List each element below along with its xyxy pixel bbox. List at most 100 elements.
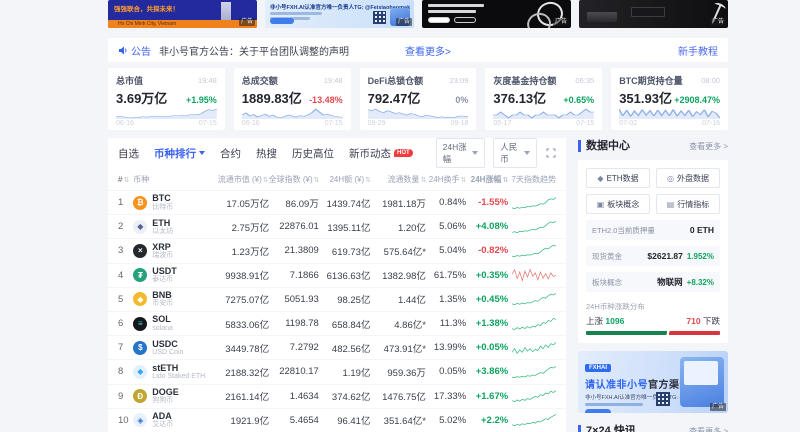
header-volume[interactable]: 24H额 (¥)⇅ [320, 174, 371, 185]
coin-fullname: USD Coin [152, 349, 183, 357]
coin-trend-cell [508, 220, 556, 234]
coin-price: 5051.93 [269, 294, 319, 305]
ad-banner-1[interactable]: 强强联合，共探未来！ Ho Chi Minh City, Vietnam 广告 [108, 0, 257, 28]
coin-market-cap: 17.05万亿 [210, 196, 269, 210]
header-rank[interactable]: #⇅ [118, 175, 133, 184]
coin-cell[interactable]: ◆ stETH Lido Staked ETH [133, 363, 210, 381]
ad3-button[interactable] [454, 17, 476, 23]
announcement-more-link[interactable]: 查看更多> [405, 43, 451, 58]
ad-title-blue: 请认准非小号 [585, 380, 648, 391]
coin-rank: 6 [118, 318, 133, 329]
coin-turnover: 17.33% [426, 391, 466, 402]
tab-hot-search[interactable]: 热搜 [256, 146, 277, 161]
tab-new-coins[interactable]: 新币动态 HOT [349, 146, 413, 161]
stat-card[interactable]: 总成交额 19:48 1889.83亿 -13.48% 06-16 07-15 [234, 68, 351, 130]
coin-icon: ₮ [133, 268, 147, 282]
tab-historical-high[interactable]: 历史高位 [292, 146, 334, 161]
sort-filter-label: 24H涨幅 [443, 141, 469, 165]
tab-coin-ranking[interactable]: 币种排行 [154, 146, 205, 161]
coin-sparkline [512, 341, 556, 355]
currency-dropdown[interactable]: 人民币 [493, 138, 537, 168]
announcement-text[interactable]: 非小号官方公告：关于平台团队调整的声明 [159, 43, 349, 58]
spot-gold-row[interactable]: 现货黄金 $2621.87 1.952% [586, 246, 720, 266]
beginner-tutorial-link[interactable]: 新手教程 [678, 43, 718, 58]
news-more-link[interactable]: 查看更多 > [689, 426, 728, 432]
eth2-staking-label: ETH2.0当前质押量 [592, 225, 655, 236]
ad-banner-2[interactable]: 非小号FXH.AI认准官方唯一负责人TG: @Feixiaohaomak 广告 [265, 0, 414, 28]
sector-concept-button[interactable]: ▣ 板块概念 [586, 194, 650, 214]
table-row[interactable]: 1 ₿ BTC 比特币 17.05万亿 86.09万 1439.74亿 1981… [108, 190, 566, 214]
table-row[interactable]: 8 ◆ stETH Lido Staked ETH 2188.32亿 22810… [108, 359, 566, 383]
header-change[interactable]: 24H涨幅⇅ [466, 174, 508, 185]
coin-cell[interactable]: ₿ BTC 比特币 [133, 193, 210, 211]
sector-row[interactable]: 板块概念 物联网 +8.32% [586, 272, 720, 292]
stat-title: 总市值 [116, 74, 143, 87]
header-supply[interactable]: 流通数量⇅ [371, 174, 426, 185]
ad-banner-3[interactable]: 广告 [422, 0, 571, 28]
market-indicator-label: 行情指标 [677, 199, 709, 210]
stats-row: 总市值 19:48 3.69万亿 +1.95% 06-16 07-15 总成交额… [108, 68, 728, 130]
table-row[interactable]: 5 ◆ BNB 币安币 7275.07亿 5051.93 98.25亿 1.44… [108, 287, 566, 311]
coin-sparkline [512, 196, 556, 210]
sidebar-ad-button[interactable] [585, 409, 611, 413]
sidebar-ad-banner[interactable]: FXHAI 请认准非小号官方渠道 非小号FXH.AI认准官方唯一负责人TG: @… [578, 351, 728, 413]
coin-cell[interactable]: ◆ ETH 以太坊 [133, 218, 210, 236]
eth-data-button[interactable]: ◆ ETH数据 [586, 168, 650, 188]
coin-market-cap: 3449.78亿 [210, 341, 269, 355]
speaker-icon [118, 46, 128, 55]
coin-market-cap: 9938.91亿 [210, 268, 269, 282]
coin-market-cap: 5833.06亿 [210, 317, 269, 331]
ad2-button[interactable] [270, 18, 294, 24]
coin-symbol: DOGE [152, 387, 179, 397]
coin-icon: ◈ [133, 413, 147, 427]
coin-cell[interactable]: ₮ USDT 泰达币 [133, 266, 210, 284]
stat-card[interactable]: 总市值 19:48 3.69万亿 +1.95% 06-16 07-15 [108, 68, 225, 130]
sort-filter-dropdown[interactable]: 24H涨幅 [436, 138, 486, 168]
table-row[interactable]: 3 × XRP 瑞波币 1.23万亿 21.3809 619.73亿 575.6… [108, 238, 566, 262]
coin-cell[interactable]: $ USDC USD Coin [133, 339, 210, 357]
header-turnover[interactable]: 24H换手⇅ [426, 174, 466, 185]
data-center-card: ◆ ETH数据 ◎ 外盘数据 ▣ 板块概念 ▤ 行情指标 [578, 160, 728, 343]
ad-banner-4[interactable]: 广告 [579, 0, 728, 28]
coin-24h-volume: 6136.63亿 [319, 268, 371, 282]
stat-card[interactable]: 灰度基金持仓额 06:35 376.13亿 +0.65% 05-17 07-15 [485, 68, 602, 130]
sidebar-ad-graphic [680, 357, 724, 407]
coin-cell[interactable]: ◈ ADA 艾达币 [133, 411, 210, 429]
header-market-cap[interactable]: 流通市值 (¥)⇅ [210, 174, 269, 185]
tab-contracts[interactable]: 合约 [220, 146, 241, 161]
coin-cell[interactable]: ≡ SOL solana [133, 314, 210, 332]
stat-card[interactable]: BTC期货持仓量 08:00 351.93亿 +2908.47% 07-02 0… [611, 68, 728, 130]
table-row[interactable]: 7 $ USDC USD Coin 3449.78亿 7.2792 482.56… [108, 335, 566, 359]
stat-card[interactable]: DeFi总锁仓额 23:09 792.47亿 0% 09-29 09-18 [360, 68, 477, 130]
top-ad-banners: 强强联合，共探未来！ Ho Chi Minh City, Vietnam 广告 … [108, 0, 728, 28]
eth2-staking-row[interactable]: ETH2.0当前质押量 0 ETH [586, 220, 720, 240]
sector-change: +8.32% [687, 278, 714, 287]
table-row[interactable]: 10 ◈ ADA 艾达币 1921.9亿 5.4654 96.41亿 351.6… [108, 408, 566, 432]
market-indicator-button[interactable]: ▤ 行情指标 [656, 194, 720, 214]
coin-supply: 959.36万 [370, 365, 425, 379]
chevron-down-icon [524, 151, 530, 155]
table-row[interactable]: 2 ◆ ETH 以太坊 2.75万亿 22876.01 1395.11亿 1.2… [108, 214, 566, 238]
ad1-headline: 强强联合，共探未来！ [114, 3, 179, 13]
coin-cell[interactable]: Ð DOGE 狗狗币 [133, 387, 210, 405]
coin-24h-change: +2.2% [466, 415, 508, 426]
header-price[interactable]: 全球指数 (¥)⇅ [269, 174, 320, 185]
fullscreen-icon[interactable] [546, 148, 556, 158]
coin-24h-change: +3.86% [466, 366, 508, 377]
tab-watchlist[interactable]: 自选 [118, 146, 139, 161]
external-market-button[interactable]: ◎ 外盘数据 [656, 168, 720, 188]
coin-cell[interactable]: × XRP 瑞波币 [133, 242, 210, 260]
data-center-more-link[interactable]: 查看更多 > [689, 141, 728, 152]
ad3-textbar [428, 4, 484, 7]
table-row[interactable]: 9 Ð DOGE 狗狗币 2161.14亿 1.4634 374.62亿 147… [108, 384, 566, 408]
stat-title: BTC期货持仓量 [619, 74, 683, 87]
coin-cell[interactable]: ◆ BNB 币安币 [133, 290, 210, 308]
ad3-button[interactable] [428, 17, 450, 23]
coin-symbol: stETH [152, 363, 205, 373]
coin-rank: 7 [118, 342, 133, 353]
table-row[interactable]: 6 ≡ SOL solana 5833.06亿 1198.78 658.84亿 … [108, 311, 566, 335]
coin-turnover: 1.35% [426, 294, 466, 305]
coin-trend-cell [508, 341, 556, 355]
coin-supply: 1.20亿 [370, 220, 425, 234]
table-row[interactable]: 4 ₮ USDT 泰达币 9938.91亿 7.1866 6136.63亿 13… [108, 263, 566, 287]
